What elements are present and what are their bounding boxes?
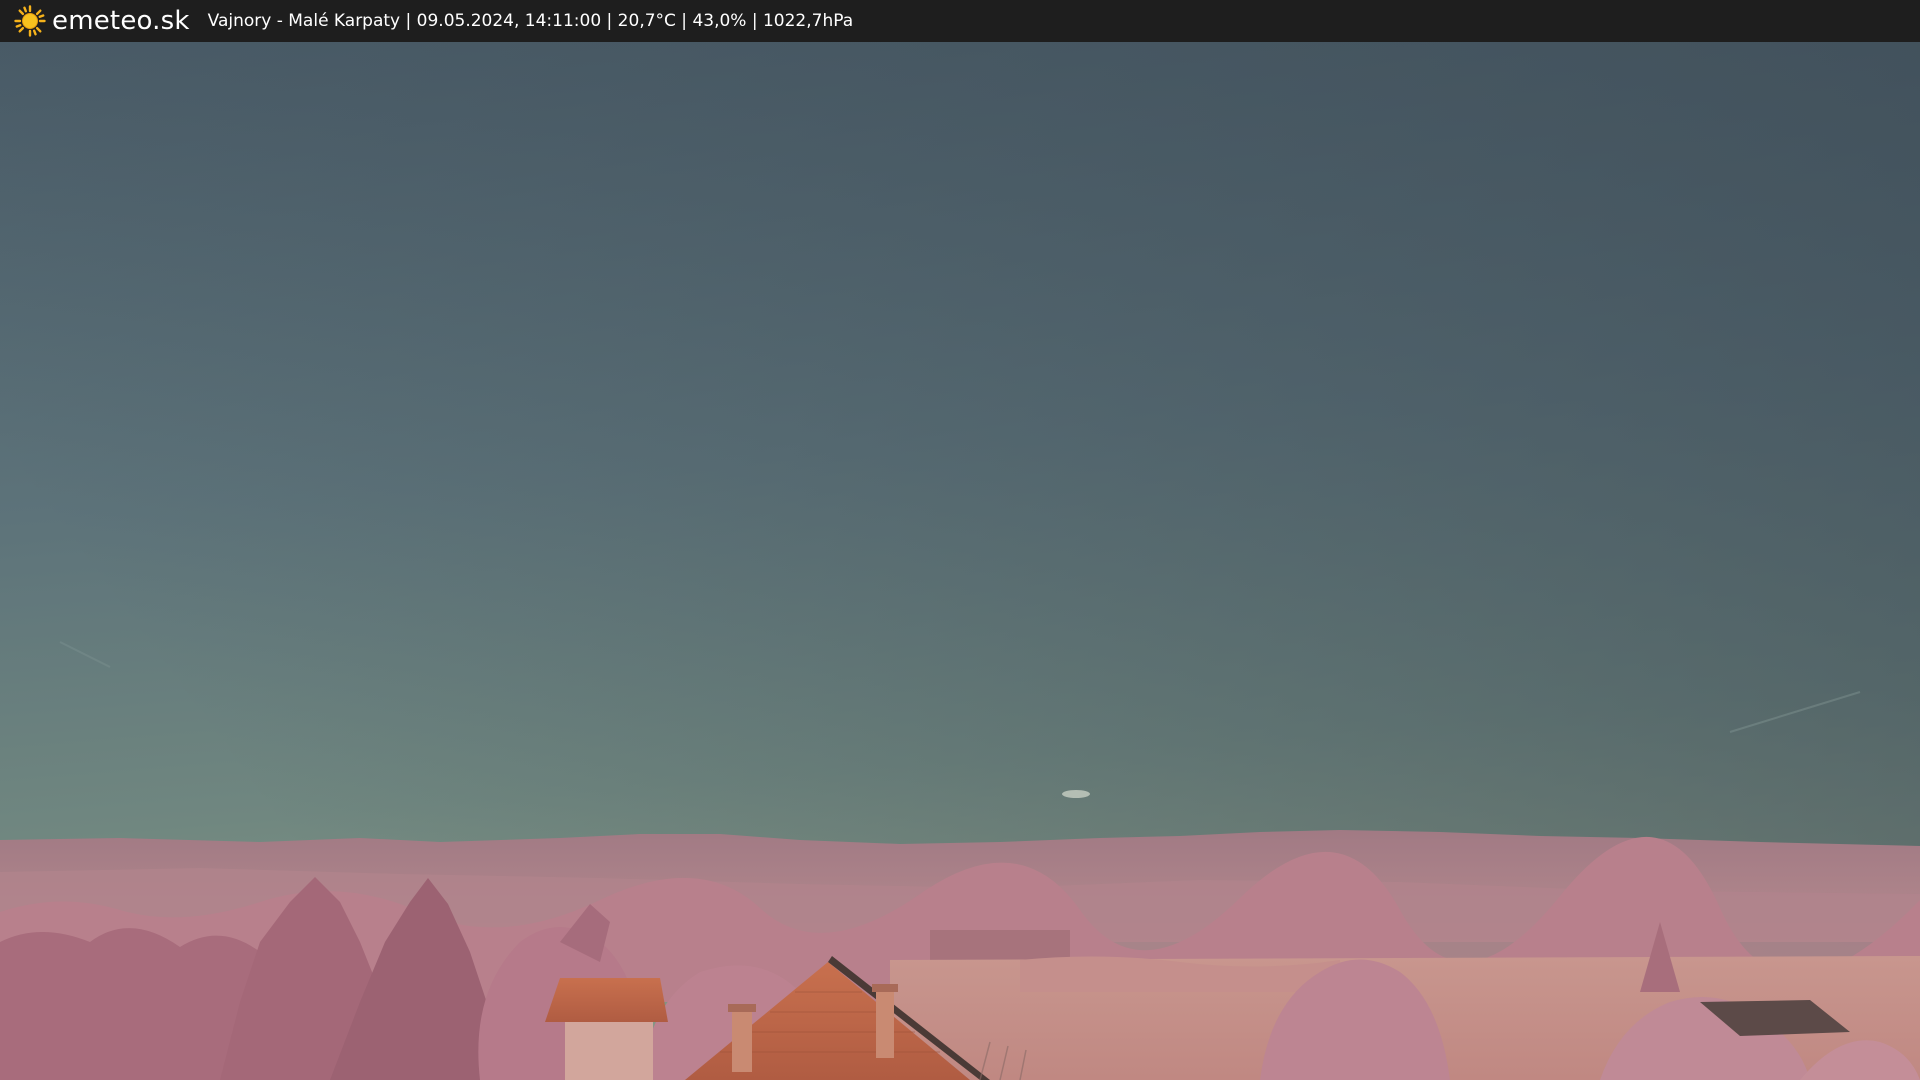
webcam-image [0,42,1920,1080]
station-info: Vajnory - Malé Karpaty | 09.05.2024, 14:… [207,11,854,31]
sun-icon [14,5,46,37]
landscape-scene [0,42,1920,1080]
brand-name: emeteo.sk [52,6,190,36]
webcam-view: emeteo.sk Vajnory - Malé Karpaty | 09.05… [0,0,1920,1080]
logo[interactable]: emeteo.sk [14,0,190,42]
top-info-bar: emeteo.sk Vajnory - Malé Karpaty | 09.05… [0,0,1920,42]
